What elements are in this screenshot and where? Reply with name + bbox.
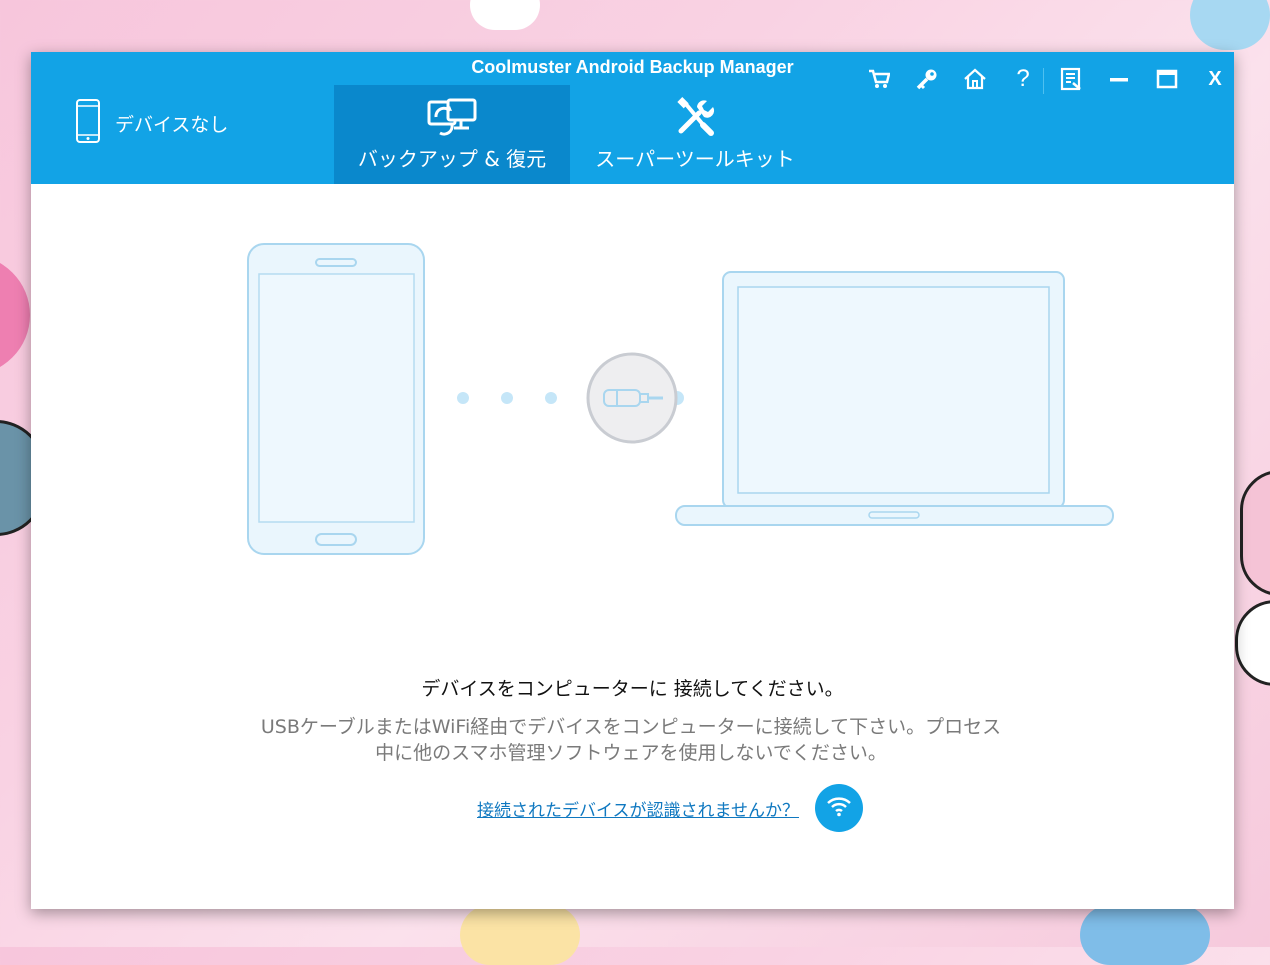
usb-cable-icon xyxy=(586,352,678,444)
maximize-icon[interactable] xyxy=(1152,64,1182,94)
toolbar-divider xyxy=(1043,68,1044,94)
laptop-illustration xyxy=(675,271,1114,526)
device-status: デバイスなし xyxy=(75,98,228,148)
app-window: Coolmuster Android Backup Manager デバイスなし xyxy=(31,52,1234,909)
help-row: 接続されたデバイスが認識されませんか？ xyxy=(477,784,863,832)
cart-icon[interactable] xyxy=(864,64,894,94)
wifi-icon xyxy=(826,795,852,821)
phone-icon xyxy=(75,98,101,148)
backup-restore-icon xyxy=(334,97,570,137)
toolkit-icon xyxy=(577,97,813,137)
device-not-recognized-link[interactable]: 接続されたデバイスが認識されませんか？ xyxy=(477,796,799,821)
phone-illustration xyxy=(247,243,425,555)
tab-super-toolkit-label: スーパーツールキット xyxy=(595,147,795,171)
feedback-icon[interactable] xyxy=(1056,64,1086,94)
window-title: Coolmuster Android Backup Manager xyxy=(471,57,794,77)
connection-instructions: USBケーブルまたはWiFi経由でデバイスをコンピューターに接続して下さい。プロ… xyxy=(260,716,1002,764)
connection-illustration xyxy=(247,243,1114,555)
tab-backup-restore[interactable]: バックアップ & 復元 xyxy=(334,85,570,184)
main-content: デバイスをコンピューターに 接続してください。 USBケーブルまたはWiFi経由… xyxy=(31,184,1234,909)
minimize-icon[interactable] xyxy=(1104,64,1134,94)
close-icon[interactable]: X xyxy=(1200,64,1230,94)
connect-device-title: デバイスをコンピューターに 接続してください。 xyxy=(421,678,844,700)
help-icon[interactable]: ? xyxy=(1008,64,1038,94)
wifi-connect-button[interactable] xyxy=(814,784,863,832)
tab-backup-restore-label: バックアップ & 復元 xyxy=(357,147,547,171)
home-icon[interactable] xyxy=(960,64,990,94)
tab-super-toolkit[interactable]: スーパーツールキット xyxy=(577,85,813,184)
key-icon[interactable] xyxy=(912,64,942,94)
device-status-label: デバイスなし xyxy=(115,113,229,136)
header-bar: Coolmuster Android Backup Manager デバイスなし xyxy=(31,52,1234,184)
